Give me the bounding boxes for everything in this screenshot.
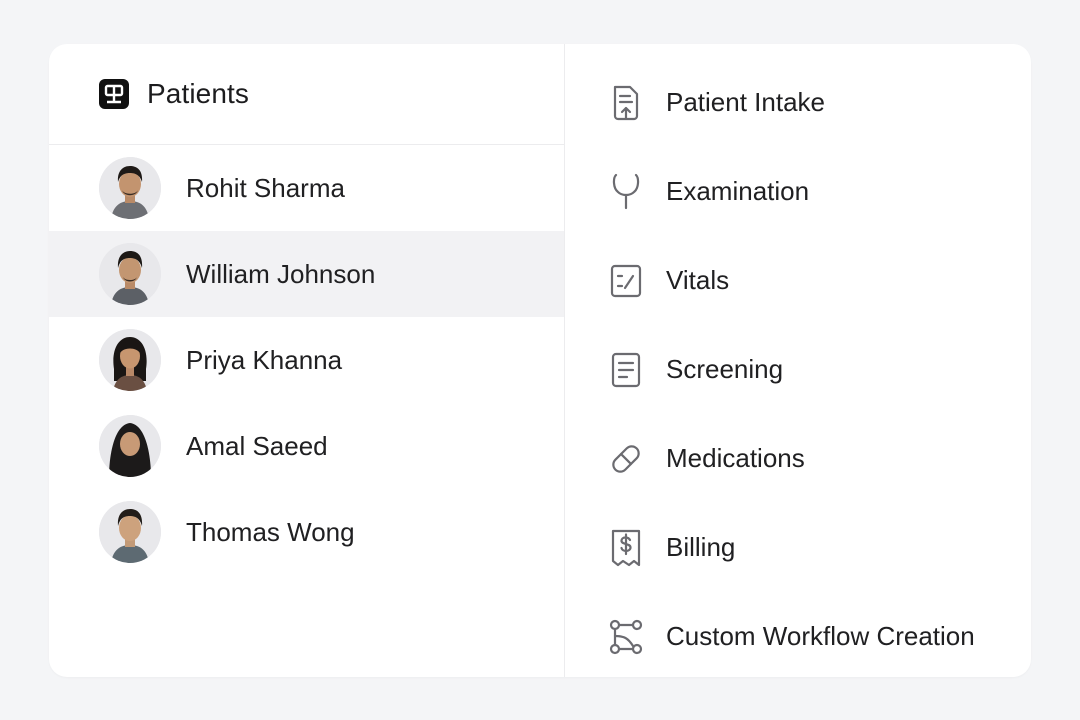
vitals-chart-icon [608,261,644,301]
workflow-examination[interactable]: Examination [565,147,1031,236]
workflow-label: Vitals [666,265,730,295]
workflow-label: Custom Workflow Creation [666,621,975,651]
avatar [99,501,161,563]
document-lines-icon [608,350,644,390]
workflow-label: Examination [666,176,810,206]
patient-row[interactable]: William Johnson [49,231,564,317]
workflow-list: Patient Intake Examination Vitals Screen… [565,58,1031,677]
workflow-label: Medications [666,443,805,473]
document-upload-icon [608,83,644,123]
workflow-label: Billing [666,532,736,562]
workflow-patient-intake[interactable]: Patient Intake [565,58,1031,147]
patient-name: William Johnson [186,258,376,289]
workflow-label: Screening [666,354,784,384]
workflow-billing[interactable]: Billing [565,503,1031,592]
patient-name: Priya Khanna [186,344,343,375]
avatar [99,157,161,219]
patient-row[interactable]: Amal Saeed [49,403,564,489]
avatar [99,243,161,305]
patients-header: Patients [49,44,564,145]
patient-row[interactable]: Rohit Sharma [49,145,564,231]
workflow-nodes-icon [608,617,644,657]
workflow-vitals[interactable]: Vitals [565,236,1031,325]
patients-panel: Patients Rohit Sharma William Johnson Pr… [49,44,565,677]
pill-icon [608,439,644,479]
patient-name: Amal Saeed [186,430,328,461]
workflow-label: Patient Intake [666,87,825,117]
patient-row[interactable]: Priya Khanna [49,317,564,403]
workflows-panel: Patient Intake Examination Vitals Screen… [565,44,1031,677]
workflow-custom-creation[interactable]: Custom Workflow Creation [565,592,1031,677]
patient-name: Rohit Sharma [186,172,345,203]
patient-list: Rohit Sharma William Johnson Priya Khann… [49,145,564,575]
patient-name: Thomas Wong [186,516,355,547]
patient-row[interactable]: Thomas Wong [49,489,564,575]
avatar [99,329,161,391]
patients-workflow-card: Patients Rohit Sharma William Johnson Pr… [49,44,1031,677]
receipt-dollar-icon [608,528,644,568]
hospital-sign-icon [99,79,129,109]
workflow-screening[interactable]: Screening [565,325,1031,414]
stethoscope-icon [608,172,644,212]
workflow-medications[interactable]: Medications [565,414,1031,503]
avatar [99,415,161,477]
panel-title: Patients [147,78,249,109]
